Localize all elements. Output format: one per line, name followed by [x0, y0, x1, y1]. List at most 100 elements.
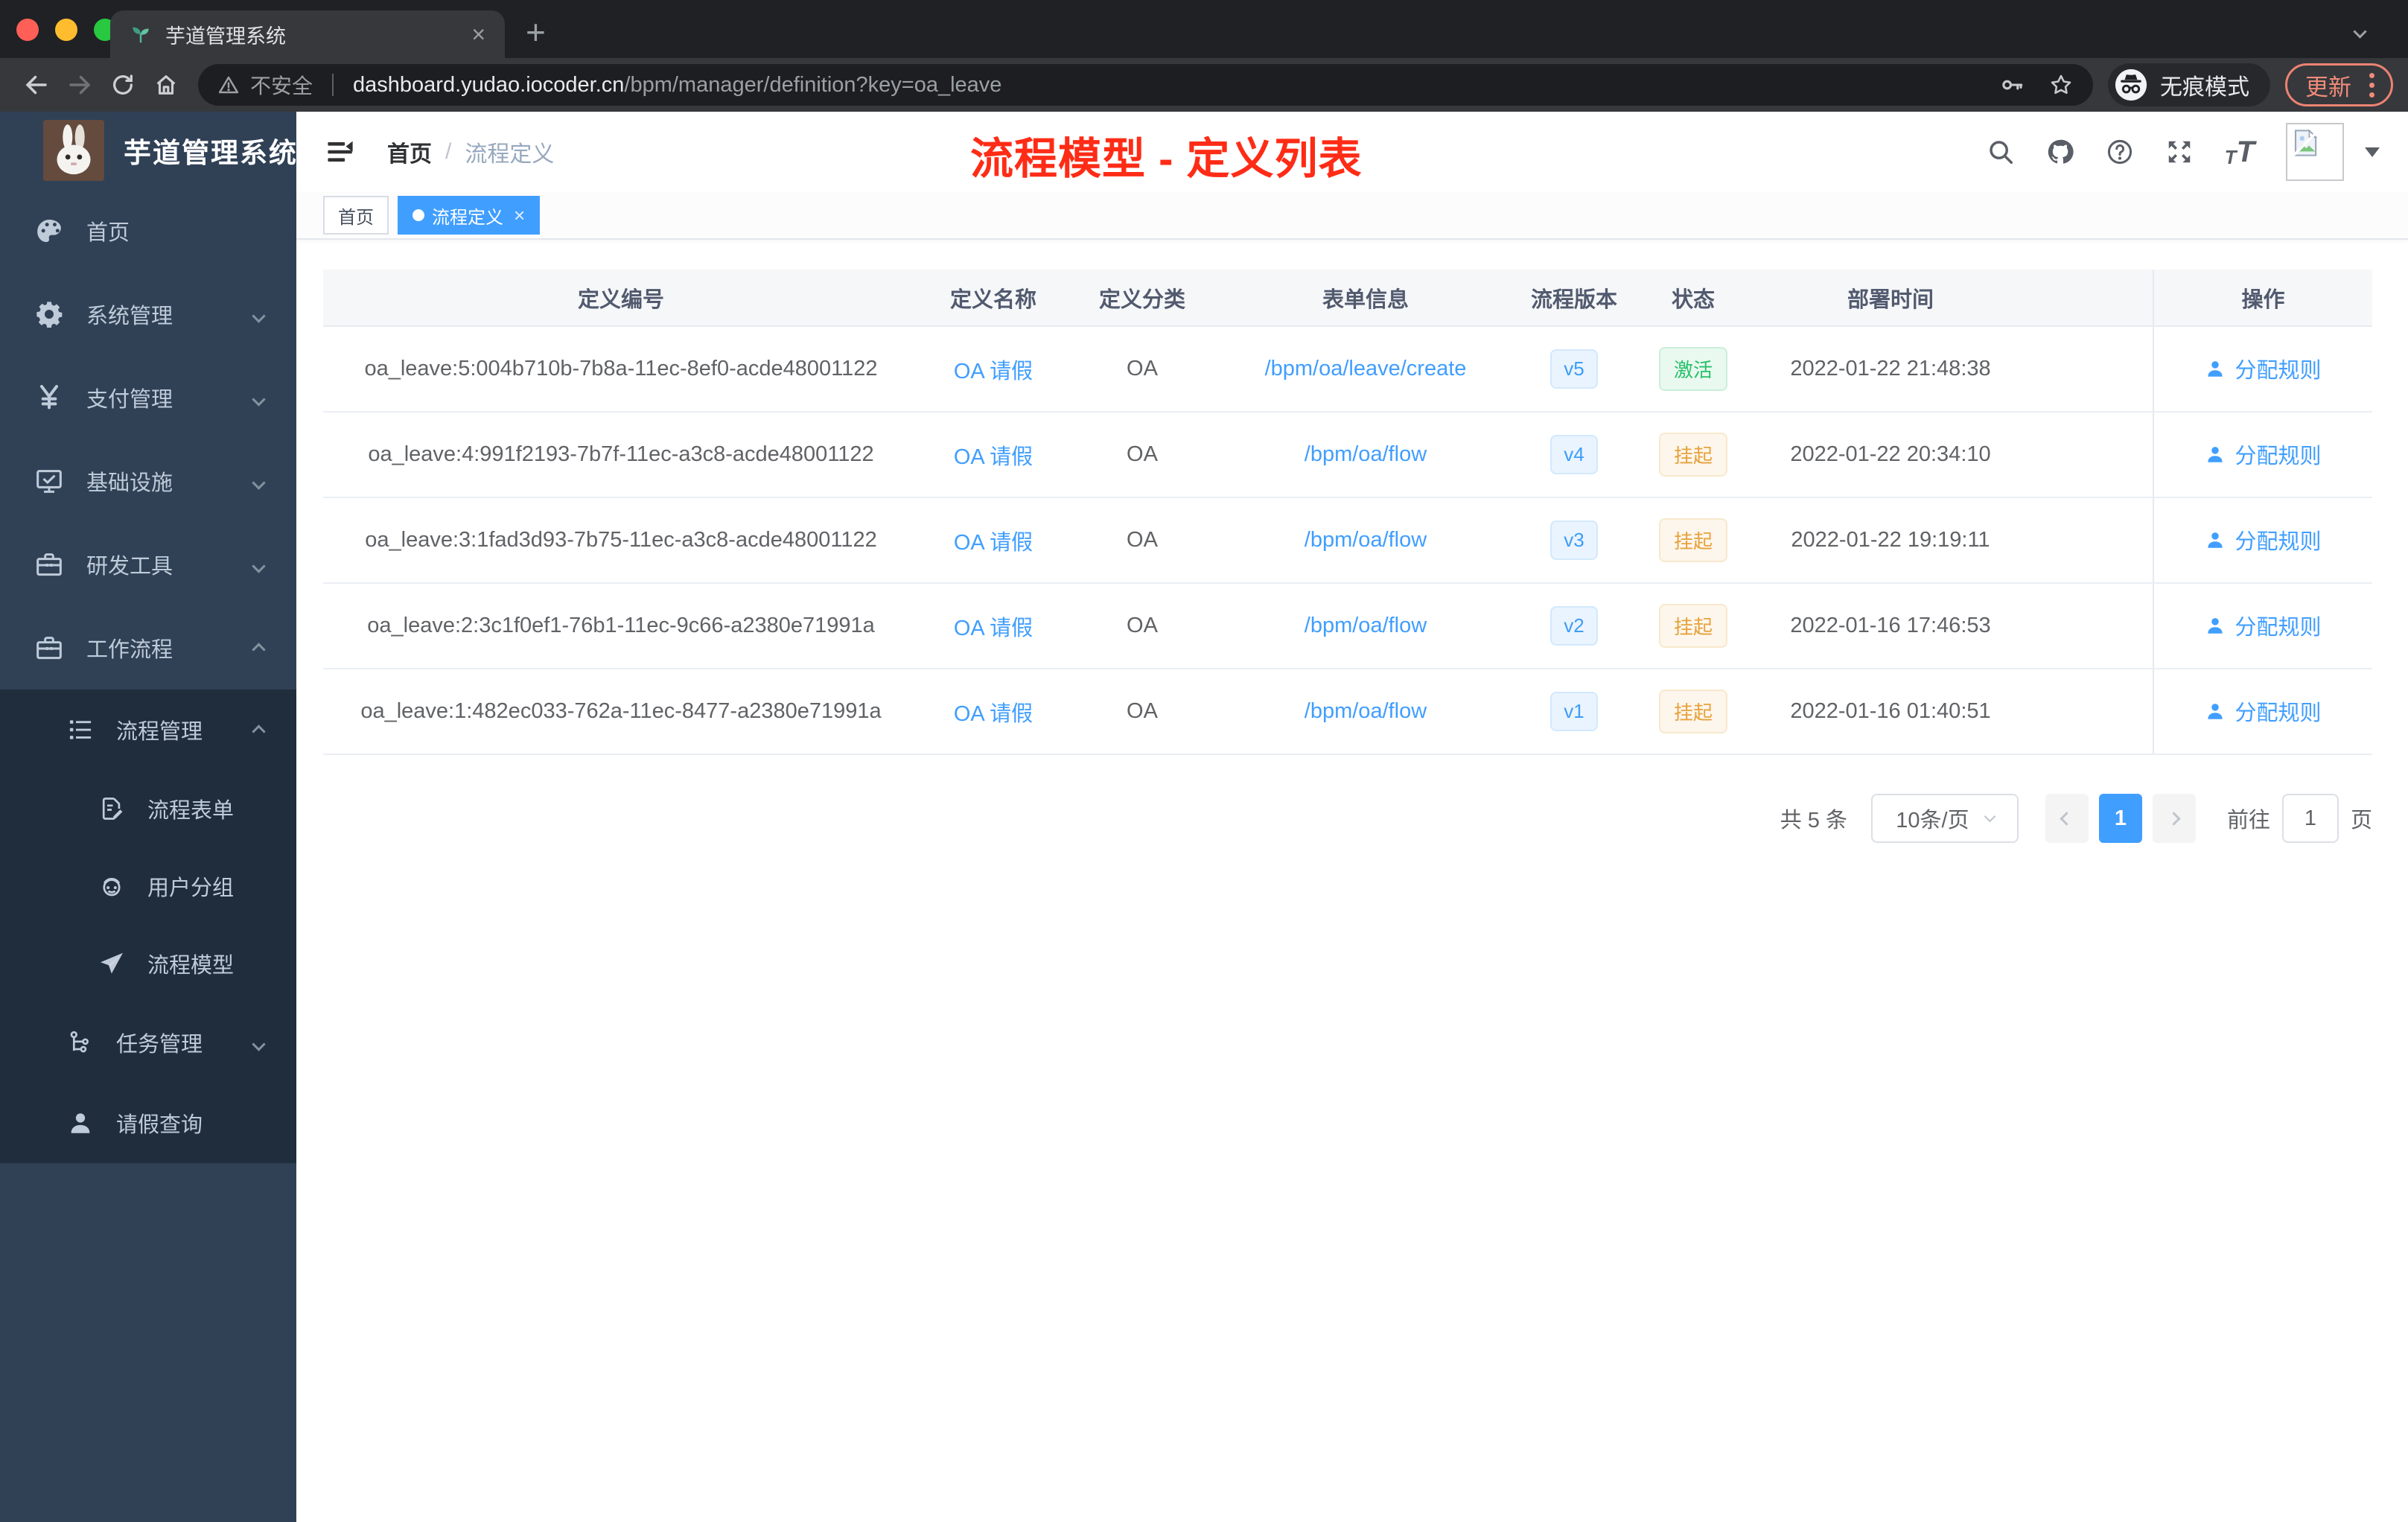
sidebar-logo[interactable]: 芋道管理系统	[0, 112, 296, 189]
sidebar-item-workflow-tree[interactable]: 任务管理	[0, 1002, 296, 1083]
column-header: 定义编号	[323, 270, 919, 327]
close-window-button[interactable]	[16, 19, 39, 41]
definition-id-cell: oa_leave:4:991f2193-7b7f-11ec-a3c8-acde4…	[323, 412, 919, 498]
chrome-update-menu-button[interactable]: 更新	[2285, 63, 2393, 106]
table-header-row: 定义编号 定义名称 定义分类 表单信息 流程版本 状态 部署时间 操作	[323, 270, 2372, 327]
page-annotation-title: 流程模型 - 定义列表	[970, 135, 1363, 183]
github-icon[interactable]	[2046, 138, 2074, 166]
tag-close-icon[interactable]: ×	[514, 206, 525, 225]
form-info-cell: /bpm/oa/flow	[1217, 669, 1514, 755]
action-cell: 分配规则	[2153, 326, 2372, 413]
definition-category: OA	[1127, 442, 1158, 466]
password-key-icon[interactable]	[1999, 72, 2025, 98]
form-info-link[interactable]: /bpm/oa/flow	[1305, 528, 1427, 552]
definition-id: oa_leave:5:004b710b-7b8a-11ec-8ef0-acde4…	[364, 357, 878, 380]
assign-rule-link[interactable]: 分配规则	[2205, 353, 2322, 384]
hamburger-collapse-icon[interactable]	[325, 136, 356, 168]
tag-active[interactable]: 流程定义 ×	[398, 196, 541, 235]
form-info-link[interactable]: /bpm/oa/flow	[1305, 442, 1427, 466]
page-number-1[interactable]: 1	[2098, 794, 2142, 843]
definition-id-cell: oa_leave:3:1fad3d93-7b75-11ec-a3c8-acde4…	[323, 497, 919, 584]
definition-name-link[interactable]: OA 请假	[954, 702, 1033, 726]
search-icon[interactable]	[1987, 138, 2015, 166]
deploy-time: 2022-01-22 19:19:11	[1791, 528, 1990, 552]
definition-name-link[interactable]: OA 请假	[954, 617, 1033, 640]
sidebar-item-robot[interactable]: 用户分组	[0, 847, 296, 925]
definition-name-link[interactable]: OA 请假	[954, 531, 1033, 555]
sidebar-item-paper-plane[interactable]: 流程模型	[0, 925, 296, 1002]
logo-rabbit-image	[43, 120, 104, 181]
deploy-time-cell: 2022-01-22 21:48:38	[1753, 326, 2028, 413]
help-icon[interactable]	[2106, 138, 2134, 166]
chevron-down-icon	[252, 386, 266, 410]
font-size-icon[interactable]: TT	[2225, 136, 2255, 169]
breadcrumb: 首页 / 流程定义	[387, 136, 554, 168]
sidebar-item-list[interactable]: 流程管理	[0, 690, 296, 770]
assign-rule-link[interactable]: 分配规则	[2205, 524, 2322, 555]
reload-button[interactable]	[101, 63, 144, 106]
form-info-link[interactable]: /bpm/oa/flow	[1305, 699, 1427, 723]
address-bar[interactable]: 不安全 dashboard.yudao.iocoder.cn/bpm/manag…	[198, 64, 2093, 106]
sidebar-item-label: 流程管理	[116, 720, 203, 744]
app-title: 芋道管理系统	[124, 138, 296, 168]
sidebar-item-user[interactable]: 请假查询	[0, 1083, 296, 1163]
sidebar-item-gear[interactable]: 系统管理	[0, 273, 296, 356]
broken-image-icon	[2293, 129, 2319, 156]
tab-search-chevron-icon[interactable]	[2353, 25, 2367, 40]
incognito-icon	[2114, 68, 2148, 102]
back-button[interactable]	[15, 63, 58, 106]
new-tab-button[interactable]: +	[526, 12, 546, 52]
assign-rule-link[interactable]: 分配规则	[2205, 695, 2322, 727]
version-cell: v2	[1514, 583, 1634, 669]
yen-icon	[34, 383, 64, 413]
goto-page-input[interactable]	[2281, 794, 2339, 843]
chevron-left-icon	[2060, 811, 2074, 826]
home-button[interactable]	[144, 63, 188, 106]
assign-rule-link[interactable]: 分配规则	[2205, 439, 2322, 470]
tag-item[interactable]: 首页	[323, 196, 389, 235]
goto-label: 前往	[2226, 809, 2270, 832]
fullscreen-icon[interactable]	[2165, 138, 2194, 166]
page-size-select[interactable]: 10条/页	[1870, 794, 2019, 843]
avatar-dropdown-caret-icon[interactable]	[2365, 147, 2380, 157]
not-secure-warning-icon[interactable]	[217, 74, 240, 96]
sidebar-item-label: 首页	[86, 221, 130, 245]
user-avatar[interactable]	[2286, 123, 2344, 181]
definition-name-link[interactable]: OA 请假	[954, 445, 1033, 469]
tag-label: 首页	[338, 207, 374, 228]
paper-plane-icon	[98, 950, 125, 977]
status-cell: 挂起	[1634, 583, 1753, 669]
gear-icon	[34, 299, 64, 329]
next-page-button[interactable]	[2152, 794, 2196, 843]
update-label: 更新	[2305, 74, 2351, 101]
definition-name-link[interactable]: OA 请假	[954, 360, 1033, 383]
sidebar-item-briefcase[interactable]: 工作流程	[0, 606, 296, 690]
form-info-link[interactable]: /bpm/oa/flow	[1305, 614, 1427, 637]
form-info-cell: /bpm/oa/flow	[1217, 583, 1514, 669]
sidebar-item-dashboard[interactable]: 首页	[0, 189, 296, 273]
sidebar-item-monitor[interactable]: 基础设施	[0, 439, 296, 523]
filler-cell	[2028, 497, 2153, 584]
browser-tab[interactable]: 芋道管理系统 ×	[110, 10, 505, 58]
form-info-link[interactable]: /bpm/oa/leave/create	[1265, 357, 1467, 380]
table-row: oa_leave:1:482ec033-762a-11ec-8477-a2380…	[323, 669, 2372, 755]
sidebar-item-toolbox[interactable]: 研发工具	[0, 523, 296, 606]
prev-page-button[interactable]	[2045, 794, 2089, 843]
sidebar-item-form[interactable]: 流程表单	[0, 770, 296, 847]
minimize-window-button[interactable]	[55, 19, 77, 41]
status-badge: 激活	[1658, 347, 1727, 391]
action-cell: 分配规则	[2153, 497, 2372, 584]
sidebar-item-label: 工作流程	[86, 638, 173, 662]
sidebar-item-yen[interactable]: 支付管理	[0, 356, 296, 439]
bookmark-star-icon[interactable]	[2048, 72, 2074, 98]
deploy-time: 2022-01-16 17:46:53	[1790, 614, 1991, 637]
form-icon	[98, 795, 125, 822]
assign-rule-link[interactable]: 分配规则	[2205, 610, 2322, 641]
definition-name-cell: OA 请假	[919, 497, 1068, 584]
tab-close-icon[interactable]: ×	[471, 22, 485, 46]
forward-button[interactable]	[58, 63, 101, 106]
definition-id: oa_leave:3:1fad3d93-7b75-11ec-a3c8-acde4…	[365, 528, 877, 552]
filler-cell	[2028, 326, 2153, 413]
column-header: 部署时间	[1753, 270, 2028, 327]
breadcrumb-home[interactable]: 首页	[387, 136, 432, 168]
